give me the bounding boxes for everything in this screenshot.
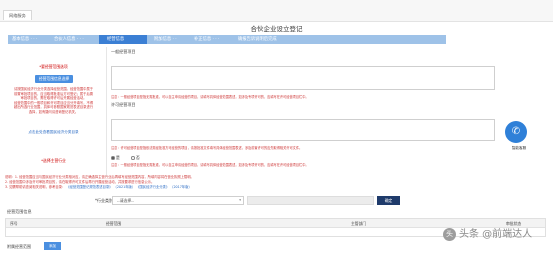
notes-block: 说明：1. 经营范围应当与国民经济行业分类相对应，请正确选择主营行业后再填写经营… bbox=[5, 175, 550, 189]
confirm-button[interactable]: 确定 bbox=[377, 196, 400, 205]
industry-select-value: --请选择-- bbox=[117, 198, 134, 203]
select-scope-button[interactable]: 经营范围信息选择 bbox=[35, 75, 73, 83]
step-partner-info[interactable]: 合伙人信息 · · · bbox=[54, 35, 84, 44]
licensed-items-hint: 注意：许可经营项目是指依法需经批准方可经营的项目，请按批准文件填写具体经营范围表… bbox=[111, 146, 303, 150]
watermark-text: 头条 @前端达人 bbox=[459, 229, 533, 240]
note-text: 3. 如需帮助请查阅相关说明，参考目录： bbox=[5, 184, 66, 189]
add-button[interactable]: 添加 bbox=[44, 242, 61, 250]
business-scope-label: *要经营范围选项 bbox=[0, 64, 107, 70]
radio-circle-icon bbox=[131, 156, 135, 160]
licensed-items-heading: 许可经营项目 bbox=[111, 102, 136, 107]
tab-active[interactable]: 网络服务 bbox=[3, 10, 32, 20]
step-supplement-info[interactable]: 补正信息 · · · bbox=[194, 35, 219, 44]
watermark-logo-icon: 头 bbox=[443, 228, 456, 241]
scope-table-title: 经营范围信息 bbox=[7, 209, 32, 214]
column-header: 经营范围 bbox=[106, 221, 122, 226]
step-business-info[interactable]: 经营信息 bbox=[99, 35, 147, 44]
step-additional-info[interactable]: 附加信息 · · bbox=[154, 35, 177, 44]
industry-input[interactable] bbox=[247, 196, 374, 205]
scope-notes: 请按国民经济行业分类选择经营范围。经营范围中属于 前置审批项目的，应当取得批准后… bbox=[4, 87, 103, 115]
page: 网络服务 合伙企业设立登记 基本信息 · · · 合伙人信息 · · · 经营信… bbox=[0, 0, 553, 258]
sub-scope-label: 附属经营范围 bbox=[7, 244, 31, 249]
left-panel: *要经营范围选项 经营范围信息选择 请按国民经济行业分类选择经营范围。经营范围中… bbox=[0, 47, 107, 177]
step-confirm-report[interactable]: 确报告诉说明后完成 bbox=[238, 35, 277, 44]
main-industry-radios: 是 否 bbox=[111, 155, 150, 161]
radio-yes-label: 是 bbox=[116, 155, 120, 160]
note-text: 说明：1. 经营范围应当与国民经济行业分类相对应，请正确选择主营行业后再填写经营… bbox=[5, 175, 194, 179]
radio-circle-icon bbox=[111, 156, 115, 160]
note-line: 3. 如需帮助请查阅相关说明，参考目录： 《经营范围登记规范表述目录》 （202… bbox=[5, 185, 550, 190]
industry-select[interactable]: --请选择-- ▾ bbox=[112, 196, 244, 205]
radio-yes[interactable]: 是 bbox=[111, 155, 120, 160]
radio-no-label: 否 bbox=[136, 155, 140, 160]
watermark: 头 头条 @前端达人 bbox=[443, 225, 548, 245]
radio-no[interactable]: 否 bbox=[131, 155, 140, 160]
page-title: 合伙企业设立登记 bbox=[250, 25, 303, 33]
step-basic-info[interactable]: 基本信息 · · · bbox=[12, 35, 37, 44]
industry-catalog-link[interactable]: 点击此处查看国民经济分类目录 bbox=[0, 130, 107, 135]
licensed-items-textarea[interactable] bbox=[111, 119, 495, 141]
chevron-down-icon: ▾ bbox=[239, 198, 241, 202]
scope-note-line: 选择，如有疑问请咨询登记机关。 bbox=[28, 109, 79, 114]
step-progress-bar: 基本信息 · · · 合伙人信息 · · · 经营信息 附加信息 · · 补正信… bbox=[8, 35, 446, 44]
column-header: 序号 bbox=[10, 221, 18, 226]
general-items-textarea[interactable] bbox=[111, 66, 495, 90]
note-text: 2. 经营范围中涉及许可审批项目的，请在取得许可文件后再行开展经营活动，并按要求… bbox=[5, 179, 155, 184]
scope-note-line: 请按国民经济行业分类选择经营范围。经营范围中属于 bbox=[13, 87, 94, 91]
general-items-heading: 一般经营项目 bbox=[111, 49, 136, 54]
chat-assistant-label[interactable]: 智能客服 bbox=[499, 146, 539, 151]
main-industry-hint: 注意：一般经营项目是指无需批准，可以自主申请经营的项目，请填写具体经营范围表述，… bbox=[111, 163, 309, 167]
column-header: 主管部门 bbox=[351, 221, 367, 226]
main-industry-label: *选择主营行业 bbox=[41, 158, 66, 163]
top-tab-bar: 网络服务 bbox=[0, 0, 553, 22]
catalog-links[interactable]: 《经营范围登记规范表述目录》 （2021年版） 《国民经济行业分类》 （2017… bbox=[66, 185, 191, 189]
general-items-hint: 注意：一般经营项目是指无需批准，可以自主申请经营的项目，请填写具体经营范围表述，… bbox=[111, 95, 309, 99]
chat-assistant-icon[interactable]: ✆ bbox=[505, 121, 527, 143]
business-scope-label-text: *要经营范围选项 bbox=[39, 64, 68, 69]
